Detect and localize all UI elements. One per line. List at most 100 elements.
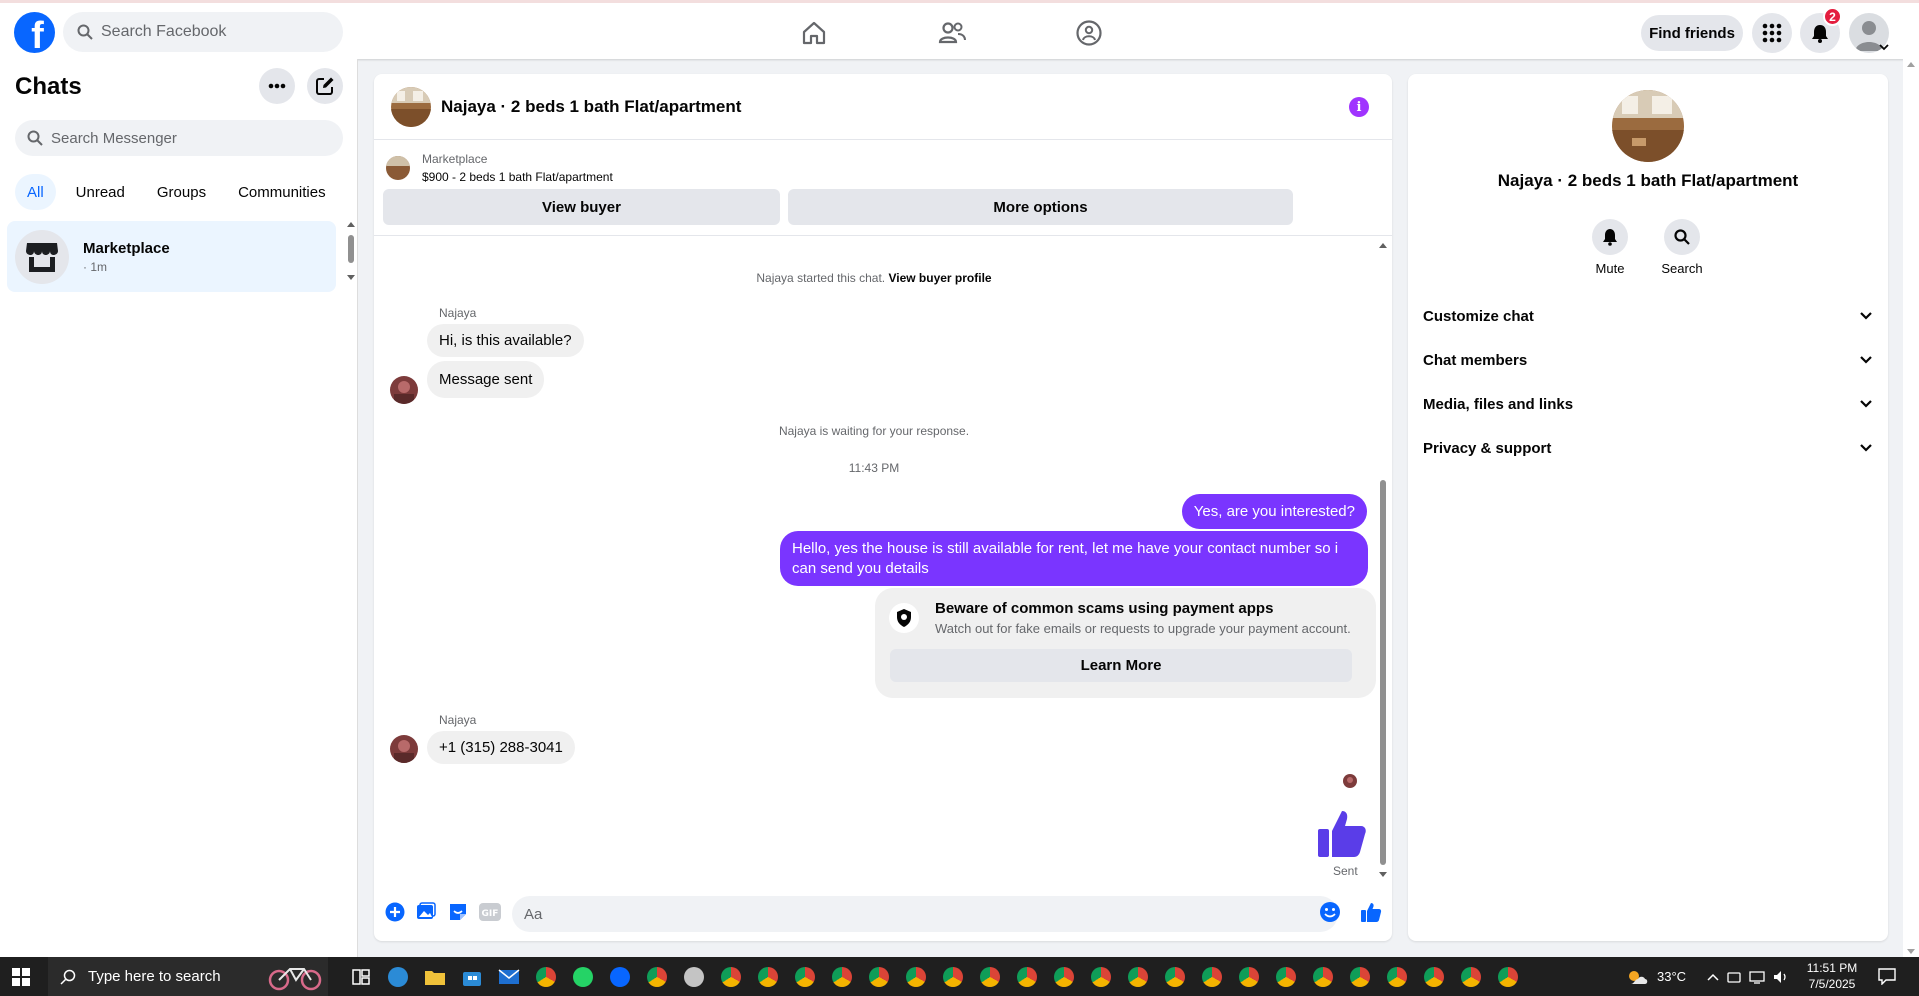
chevron-up-icon[interactable] [1707,973,1719,981]
conversation-title[interactable]: Najaya · 2 beds 1 bath Flat/apartment [441,97,741,117]
chevron-down-icon[interactable] [1879,43,1889,51]
store-icon[interactable] [456,960,488,993]
chrome-icon[interactable] [1381,960,1413,993]
chrome-icon[interactable] [1196,960,1228,993]
filter-unread[interactable]: Unread [64,174,137,210]
edge-icon[interactable] [382,960,414,993]
compose-icon [316,77,334,95]
groups-icon[interactable] [1073,17,1105,49]
chrome-icon[interactable] [1159,960,1191,993]
clock-date: 7/5/2025 [1808,977,1856,991]
filter-all[interactable]: All [15,174,56,210]
chrome-icon[interactable] [1085,960,1117,993]
taskbar-search-input[interactable]: Type here to search [48,957,328,996]
chrome-icon[interactable] [1418,960,1450,993]
weather-widget[interactable]: 33°C [1625,957,1686,996]
mute-action[interactable]: Mute [1580,219,1640,276]
outgoing-message[interactable]: Hello, yes the house is still available … [780,531,1368,586]
search-action[interactable]: Search [1652,219,1712,276]
meet-icon[interactable] [1727,970,1741,984]
chrome-icon[interactable] [826,960,858,993]
chrome-icon[interactable] [974,960,1006,993]
section-label: Privacy & support [1423,439,1552,457]
like-send-icon[interactable] [1359,900,1383,924]
incoming-message[interactable]: Hi, is this available? [427,324,584,357]
filter-groups[interactable]: Groups [145,174,218,210]
chat-list-item-marketplace[interactable]: Marketplace · 1m [7,221,336,292]
mail-icon[interactable] [493,960,525,993]
chrome-icon[interactable] [1455,960,1487,993]
more-options-button[interactable] [259,68,295,104]
page-scrollbar[interactable] [1903,59,1919,957]
chrome-icon[interactable] [900,960,932,993]
emoji-icon[interactable] [1318,900,1342,924]
view-buyer-button[interactable]: View buyer [383,189,780,225]
menu-grid-button[interactable] [1752,13,1792,53]
media-files-links-section[interactable]: Media, files and links [1423,386,1873,422]
incoming-message[interactable]: Message sent [427,361,545,398]
sender-avatar[interactable] [390,735,418,763]
photo-icon[interactable] [414,900,438,924]
conversation-profile-avatar[interactable] [1612,90,1684,162]
like-thumbs-up-icon[interactable] [1316,807,1368,859]
chrome-icon[interactable] [1270,960,1302,993]
marketplace-listing-row[interactable]: Marketplace $900 - 2 beds 1 bath Flat/ap… [386,150,613,186]
info-icon[interactable]: i [1349,97,1369,117]
chat-filters: All Unread Groups Communities [15,174,338,210]
incoming-message[interactable]: +1 (315) 288-3041 [427,731,575,764]
chrome-icon[interactable] [1233,960,1265,993]
chrome-icon[interactable] [937,960,969,993]
conversation-avatar[interactable] [391,86,431,127]
windows-start-icon[interactable] [12,968,30,986]
conversation-scrollbar[interactable] [1377,240,1389,880]
conversation-header: Najaya · 2 beds 1 bath Flat/apartment i [374,74,1392,140]
taskbar-clock[interactable]: 11:51 PM 7/5/2025 [1800,960,1864,992]
network-icon[interactable] [1749,970,1765,984]
search-icon [1674,229,1690,245]
file-explorer-icon[interactable] [419,960,451,993]
messenger-search-input[interactable]: Search Messenger [15,120,343,156]
chrome-icon[interactable] [1344,960,1376,993]
gif-icon[interactable]: GIF [478,900,502,924]
app-icon[interactable] [678,960,710,993]
task-view-icon[interactable] [345,960,377,993]
plus-circle-icon[interactable] [383,900,407,924]
notification-center-icon[interactable] [1878,968,1896,985]
volume-icon[interactable] [1773,970,1789,984]
view-buyer-profile-link[interactable]: View buyer profile [888,271,991,285]
facebook-search-input[interactable]: Search Facebook [63,12,343,52]
privacy-support-section[interactable]: Privacy & support [1423,430,1873,466]
chrome-icon[interactable] [1492,960,1524,993]
chrome-icon[interactable] [1011,960,1043,993]
facebook-app-icon[interactable] [604,960,636,993]
more-options-button[interactable]: More options [788,189,1293,225]
sticker-icon[interactable] [446,900,470,924]
chrome-icon[interactable] [715,960,747,993]
windows-taskbar: Type here to search 33°C 11:51 PM 7/5/20… [0,957,1919,996]
chrome-icon[interactable] [1307,960,1339,993]
find-friends-button[interactable]: Find friends [1641,15,1743,51]
filter-communities[interactable]: Communities [226,174,338,210]
learn-more-button[interactable]: Learn More [890,649,1352,682]
chrome-icon[interactable] [641,960,673,993]
listing-title: $900 - 2 beds 1 bath Flat/apartment [422,170,613,184]
chrome-icon[interactable] [752,960,784,993]
facebook-logo-icon[interactable]: f [14,12,55,53]
chrome-icon[interactable] [789,960,821,993]
chrome-icon[interactable] [1048,960,1080,993]
new-message-button[interactable] [307,68,343,104]
home-icon[interactable] [798,17,830,49]
chat-list-scrollbar[interactable] [346,221,356,281]
outgoing-message[interactable]: Yes, are you interested? [1181,494,1367,529]
chrome-icon[interactable] [530,960,562,993]
message-input[interactable]: Aa [512,896,1338,932]
sender-avatar[interactable] [390,376,418,404]
whatsapp-icon[interactable] [567,960,599,993]
chrome-icon[interactable] [1122,960,1154,993]
friends-icon[interactable] [936,17,968,49]
customize-chat-section[interactable]: Customize chat [1423,298,1873,334]
facebook-search-placeholder: Search Facebook [101,23,227,40]
chat-members-section[interactable]: Chat members [1423,342,1873,378]
chats-sidebar: Chats Search Messenger All Unread Groups… [0,59,358,957]
chrome-icon[interactable] [863,960,895,993]
